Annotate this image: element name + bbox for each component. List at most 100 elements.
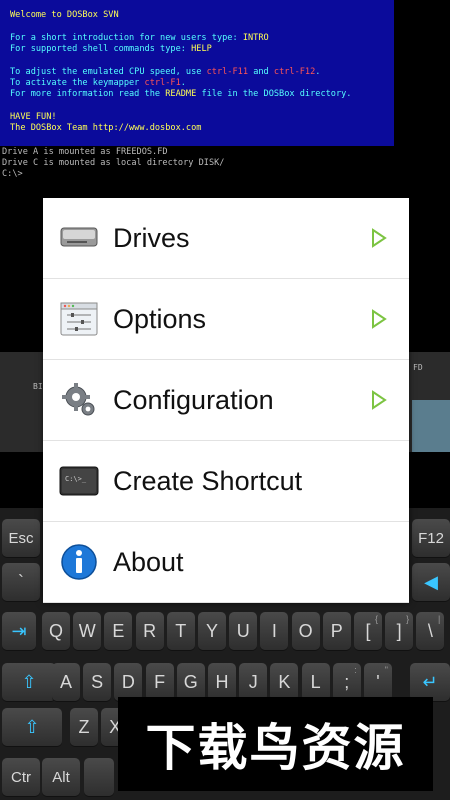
menu-item-drives[interactable]: Drives (43, 198, 409, 279)
shift-icon: ⇧ (24, 716, 40, 737)
key-label: K (278, 671, 291, 692)
key-11[interactable]: ]} (385, 612, 414, 650)
key-8[interactable]: O (291, 612, 320, 650)
menu-item-label: Options (113, 303, 207, 334)
key-3[interactable]: R (135, 612, 164, 650)
watermark-logo: 下载鸟资源 (118, 697, 433, 791)
drive-icon (59, 218, 99, 258)
shift-icon: ⇧ (21, 671, 37, 692)
key-0[interactable]: A (52, 663, 80, 701)
key-shift-label: | (438, 614, 441, 624)
key-label: G (183, 671, 198, 692)
dos-text-line: For more information read the README fil… (10, 89, 352, 100)
key-5[interactable]: H (208, 663, 236, 701)
key-label: A (59, 671, 72, 692)
menu-item-label: Create Shortcut (113, 465, 303, 496)
key-12[interactable]: \ | (416, 612, 445, 650)
key-label: \ (427, 620, 433, 641)
key-label: I (271, 620, 277, 641)
backspace-icon: ◀ (424, 571, 438, 592)
key-label: [ (365, 620, 371, 641)
dos-text-line: For supported shell commands type: HELP (10, 43, 212, 54)
key-8[interactable]: L (301, 663, 330, 701)
mount-a-line: Drive A is mounted as FREEDOS.FD (2, 147, 168, 157)
panel-label-left: BI (33, 382, 43, 391)
key-10[interactable]: ' " (364, 663, 392, 701)
menu-item-label: About (113, 546, 184, 577)
key-6[interactable]: U (229, 612, 258, 650)
key-label: ] (396, 620, 402, 641)
key-esc[interactable]: Esc (2, 519, 40, 557)
tab-icon: ⇥ (11, 620, 27, 641)
panel-label-right: FD (413, 363, 423, 372)
key-5[interactable]: Y (198, 612, 226, 650)
key-label: P (330, 620, 343, 641)
key-shift[interactable]: ⇧ (2, 708, 62, 746)
gear-icon (59, 380, 99, 420)
key-ctrl[interactable]: Ctr (2, 758, 40, 796)
key-space-left[interactable] (84, 758, 114, 796)
key-caps[interactable]: ⇧ (2, 663, 56, 701)
key-label: S (91, 671, 104, 692)
key-2[interactable]: D (114, 663, 143, 701)
key-0[interactable]: Q (42, 612, 70, 650)
key-shift-label: " (384, 665, 388, 675)
key-label: H (215, 671, 229, 692)
dos-text-line: Welcome to DOSBox SVN (10, 10, 119, 20)
key-2[interactable]: E (104, 612, 133, 650)
key-enter[interactable]: ↵ (410, 663, 450, 701)
key-tab[interactable]: ⇥ (2, 612, 36, 650)
key-10[interactable]: [{ (354, 612, 382, 650)
menu-item-about[interactable]: About (43, 522, 409, 603)
submenu-arrow-icon (371, 390, 387, 410)
menu-item-label: Drives (113, 222, 190, 253)
dos-text-line: To adjust the emulated CPU speed, use ct… (10, 66, 321, 77)
key-f12[interactable]: F12 (412, 519, 450, 557)
key-backspace[interactable]: ◀ (412, 563, 450, 601)
menu-item-configuration[interactable]: Configuration (43, 360, 409, 441)
main-menu-dialog: Drives Options Configuration C:\>_ Create Sh… (43, 198, 409, 603)
key-label: O (298, 620, 313, 641)
menu-item-options[interactable]: Options (43, 279, 409, 360)
key-label: ; (344, 671, 350, 692)
svg-text:C:\>_: C:\>_ (65, 475, 87, 483)
key-3[interactable]: F (145, 663, 174, 701)
key-label: T (175, 620, 187, 641)
key-7[interactable]: K (270, 663, 299, 701)
key-1[interactable]: W (73, 612, 102, 650)
key-label: U (236, 620, 250, 641)
key-1[interactable]: S (83, 663, 112, 701)
key-label: Q (48, 620, 63, 641)
key-shift-label: { (374, 614, 378, 624)
submenu-arrow-icon (371, 228, 387, 248)
key-label: Y (205, 620, 218, 641)
key-label: R (143, 620, 157, 641)
menu-item-create-shortcut[interactable]: C:\>_ Create Shortcut (43, 441, 409, 522)
key-label: D (121, 671, 135, 692)
dos-text-line: To activate the keymapper ctrl-F1. (10, 77, 186, 88)
enter-icon: ↵ (422, 671, 438, 692)
key-4[interactable]: T (166, 612, 195, 650)
terminal-icon: C:\>_ (59, 461, 99, 501)
key-0[interactable]: Z (70, 708, 98, 746)
key-label: ' (376, 671, 380, 692)
key-backtick[interactable]: ` (2, 563, 40, 601)
key-6[interactable]: J (239, 663, 268, 701)
key-label: J (248, 671, 258, 692)
key-9[interactable]: P (322, 612, 351, 650)
options-icon (59, 299, 99, 339)
key-label: W (78, 620, 96, 641)
key-shift-label: } (406, 614, 410, 624)
key-label: F (154, 671, 166, 692)
submenu-arrow-icon (371, 309, 387, 329)
key-4[interactable]: G (176, 663, 205, 701)
key-label: L (310, 671, 321, 692)
key-7[interactable]: I (260, 612, 289, 650)
dos-text-line: For a short introduction for new users t… (10, 32, 269, 43)
key-shift-label: : (354, 665, 357, 675)
command-prompt[interactable]: C:\> (2, 169, 23, 179)
menu-item-label: Configuration (113, 384, 274, 415)
key-alt[interactable]: Alt (42, 758, 80, 796)
key-9[interactable]: ;: (332, 663, 361, 701)
key-label: E (112, 620, 125, 641)
